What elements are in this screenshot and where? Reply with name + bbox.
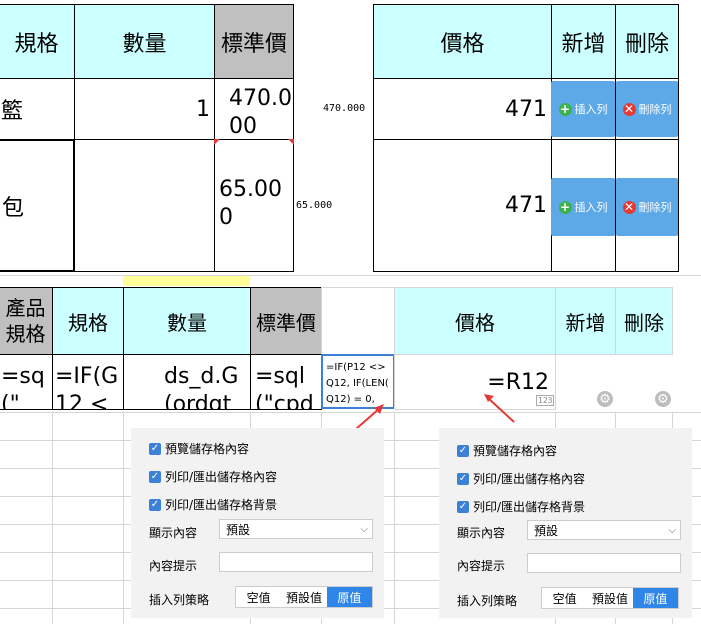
plus-icon: + <box>558 102 572 116</box>
gear-icon[interactable]: ⚙ <box>655 391 671 407</box>
comment-marker <box>214 139 220 145</box>
option-row[interactable]: ✓ 列印/匯出儲存格背景 <box>457 498 585 515</box>
seg-default[interactable]: 預設值 <box>587 588 632 608</box>
checkbox-icon[interactable]: ✓ <box>457 444 469 457</box>
header-spec: 規格 <box>52 287 124 355</box>
formula-std-price[interactable]: =sql("cpdb8 <box>250 354 322 410</box>
close-icon: ✕ <box>622 102 636 116</box>
seg-empty[interactable]: 空值 <box>542 588 587 608</box>
hint-input[interactable] <box>219 552 373 572</box>
row2-qty <box>74 139 215 272</box>
row2-spec: 包 <box>0 139 75 272</box>
settings-panel-right: ✓ 預覽儲存格內容 ✓ 列印/匯出儲存格內容 ✓ 列印/匯出儲存格背景 顯示內容 預設… <box>439 428 692 618</box>
header-del: 刪除 <box>615 4 679 79</box>
row1-std-price: 470.000 <box>214 78 294 140</box>
formula-qty[interactable]: ds_d.G(ordqty) <box>123 354 251 410</box>
row1-delete-row-button[interactable]: ✕ 刪除列 <box>616 81 678 137</box>
insert-strategy-segment[interactable]: 空值 預設值 原值 <box>235 586 373 608</box>
header-del: 刪除 <box>615 287 673 355</box>
option-label: 列印/匯出儲存格內容 <box>473 472 586 486</box>
display-label: 顯示內容 <box>457 526 506 540</box>
option-row[interactable]: ✓ 列印/匯出儲存格內容 <box>149 468 277 485</box>
hint-input[interactable] <box>527 553 681 573</box>
header-empty <box>321 287 395 355</box>
row1-insert-row-button[interactable]: + 插入列 <box>551 81 615 137</box>
number-format-badge: 123 <box>536 395 555 406</box>
row2-delete-row-button[interactable]: ✕ 刪除列 <box>616 178 678 236</box>
settings-panel-left: ✓ 預覽儲存格內容 ✓ 列印/匯出儲存格內容 ✓ 列印/匯出儲存格背景 顯示內容 預設… <box>131 428 384 618</box>
option-row[interactable]: ✓ 列印/匯出儲存格背景 <box>149 496 277 513</box>
checkbox-icon[interactable]: ✓ <box>457 472 469 485</box>
header-std-price: 標準價 <box>250 287 322 355</box>
header-add: 新增 <box>555 287 616 355</box>
display-label: 顯示內容 <box>149 526 198 540</box>
checkbox-icon[interactable]: ✓ <box>149 470 161 483</box>
checkbox-icon[interactable]: ✓ <box>149 442 161 455</box>
formula-price[interactable]: =R12 <box>394 354 556 410</box>
hint-label: 內容提示 <box>457 559 506 573</box>
option-label: 預覽儲存格內容 <box>473 444 558 458</box>
header-price: 價格 <box>394 287 556 355</box>
header-price: 價格 <box>373 4 552 79</box>
seg-original[interactable]: 原值 <box>632 588 678 608</box>
gear-icon[interactable]: ⚙ <box>597 391 613 407</box>
checkbox-icon[interactable]: ✓ <box>457 500 469 513</box>
formula-product[interactable]: =sq(" <box>0 354 53 410</box>
header-qty: 數量 <box>74 4 215 79</box>
checkbox-icon[interactable]: ✓ <box>149 498 161 511</box>
header-product-spec: 產品規格 <box>0 287 53 355</box>
insert-strategy-label: 插入列策略 <box>149 593 210 607</box>
row2-price: 471 <box>373 139 552 272</box>
insert-strategy-label: 插入列策略 <box>457 594 518 608</box>
display-select[interactable]: 預設 ⌵ <box>527 520 681 540</box>
row1-qty: 1 <box>74 78 215 140</box>
formula-spec[interactable]: =IF(G12 < <box>52 354 124 410</box>
option-label: 預覽儲存格內容 <box>165 442 250 456</box>
header-std-price: 標準價 <box>214 4 294 79</box>
display-select[interactable]: 預設 ⌵ <box>219 519 373 539</box>
row1-spec: 籃 <box>0 78 75 140</box>
row2-std-price: 65.000 <box>214 139 294 272</box>
row1-price: 471 <box>373 78 552 140</box>
close-icon: ✕ <box>622 200 636 214</box>
seg-default[interactable]: 預設值 <box>281 587 326 607</box>
row2-insert-row-button[interactable]: + 插入列 <box>551 178 615 236</box>
option-row[interactable]: ✓ 預覽儲存格內容 <box>149 440 249 457</box>
seg-empty[interactable]: 空值 <box>236 587 281 607</box>
insert-strategy-segment[interactable]: 空值 預設值 原值 <box>541 587 679 609</box>
option-label: 列印/匯出儲存格內容 <box>165 470 278 484</box>
chevron-down-icon: ⌵ <box>668 524 676 536</box>
seg-original[interactable]: 原值 <box>326 587 372 607</box>
header-spec: 規格 <box>0 4 75 79</box>
header-add: 新增 <box>551 4 616 79</box>
arrow-icon <box>484 394 515 423</box>
hint-label: 內容提示 <box>149 559 198 573</box>
row2-side-value: 65.000 <box>296 200 333 211</box>
plus-icon: + <box>558 200 572 214</box>
option-row[interactable]: ✓ 預覽儲存格內容 <box>457 442 557 459</box>
chevron-down-icon: ⌵ <box>360 523 368 535</box>
row1-side-value: 470.000 <box>323 103 366 114</box>
header-qty: 數量 <box>123 287 251 355</box>
option-label: 列印/匯出儲存格背景 <box>473 500 586 514</box>
option-label: 列印/匯出儲存格背景 <box>165 498 278 512</box>
option-row[interactable]: ✓ 列印/匯出儲存格內容 <box>457 470 585 487</box>
comment-marker <box>288 139 294 145</box>
